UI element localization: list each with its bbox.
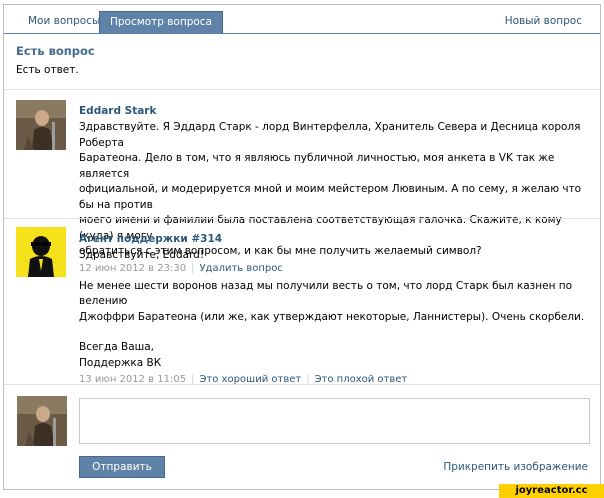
text-line: официальной, и модерируется мной и моим … xyxy=(79,183,582,211)
text-line: Здравствуйте. Я Эддард Старк - лорд Винт… xyxy=(79,121,581,149)
question-status: Есть ответ. xyxy=(16,64,79,76)
avatar[interactable] xyxy=(16,100,66,150)
attach-image-link[interactable]: Прикрепить изображение xyxy=(443,461,588,473)
divider xyxy=(4,384,600,385)
signature-line: Всегда Ваша, xyxy=(79,341,155,353)
avatar-eddard-image xyxy=(16,100,66,150)
avatar-self-image xyxy=(17,396,67,446)
send-button[interactable]: Отправить xyxy=(79,456,165,478)
tab-my-questions[interactable]: Мои вопросы xyxy=(18,11,110,32)
tab-view-question[interactable]: Просмотр вопроса xyxy=(99,11,223,34)
watermark-logo: joyreactor.cc xyxy=(499,484,604,498)
tab-bar: Мои вопросы Просмотр вопроса Новый вопро… xyxy=(4,5,600,34)
divider xyxy=(4,89,600,90)
greeting-line: Здравствуйте, Eddard! xyxy=(79,249,205,261)
post-body: Агент поддержки #314 Здравствуйте, Eddar… xyxy=(79,233,599,385)
divider xyxy=(4,218,600,219)
tab-new-question[interactable]: Новый вопрос xyxy=(495,11,592,32)
post-text: Здравствуйте, Eddard! Не менее шести вор… xyxy=(79,248,599,371)
question-header: Есть вопрос Есть ответ. xyxy=(16,44,95,76)
avatar-agent-image xyxy=(16,227,66,277)
app-window: Мои вопросы Просмотр вопроса Новый вопро… xyxy=(3,4,601,490)
reply-textarea[interactable] xyxy=(79,398,590,444)
avatar[interactable] xyxy=(16,227,66,277)
post-author-link[interactable]: Eddard Stark xyxy=(79,105,599,117)
post-author-link[interactable]: Агент поддержки #314 xyxy=(79,233,599,245)
avatar[interactable] xyxy=(17,396,67,446)
question-title: Есть вопрос xyxy=(16,44,95,58)
text-line: Не менее шести воронов назад мы получили… xyxy=(79,279,573,308)
signature-line: Поддержка ВК xyxy=(79,356,162,369)
text-line: Джоффри Баратеона (или же, как утверждаю… xyxy=(79,310,585,323)
text-line: Баратеона. Дело в том, что я являюсь пуб… xyxy=(79,152,555,180)
